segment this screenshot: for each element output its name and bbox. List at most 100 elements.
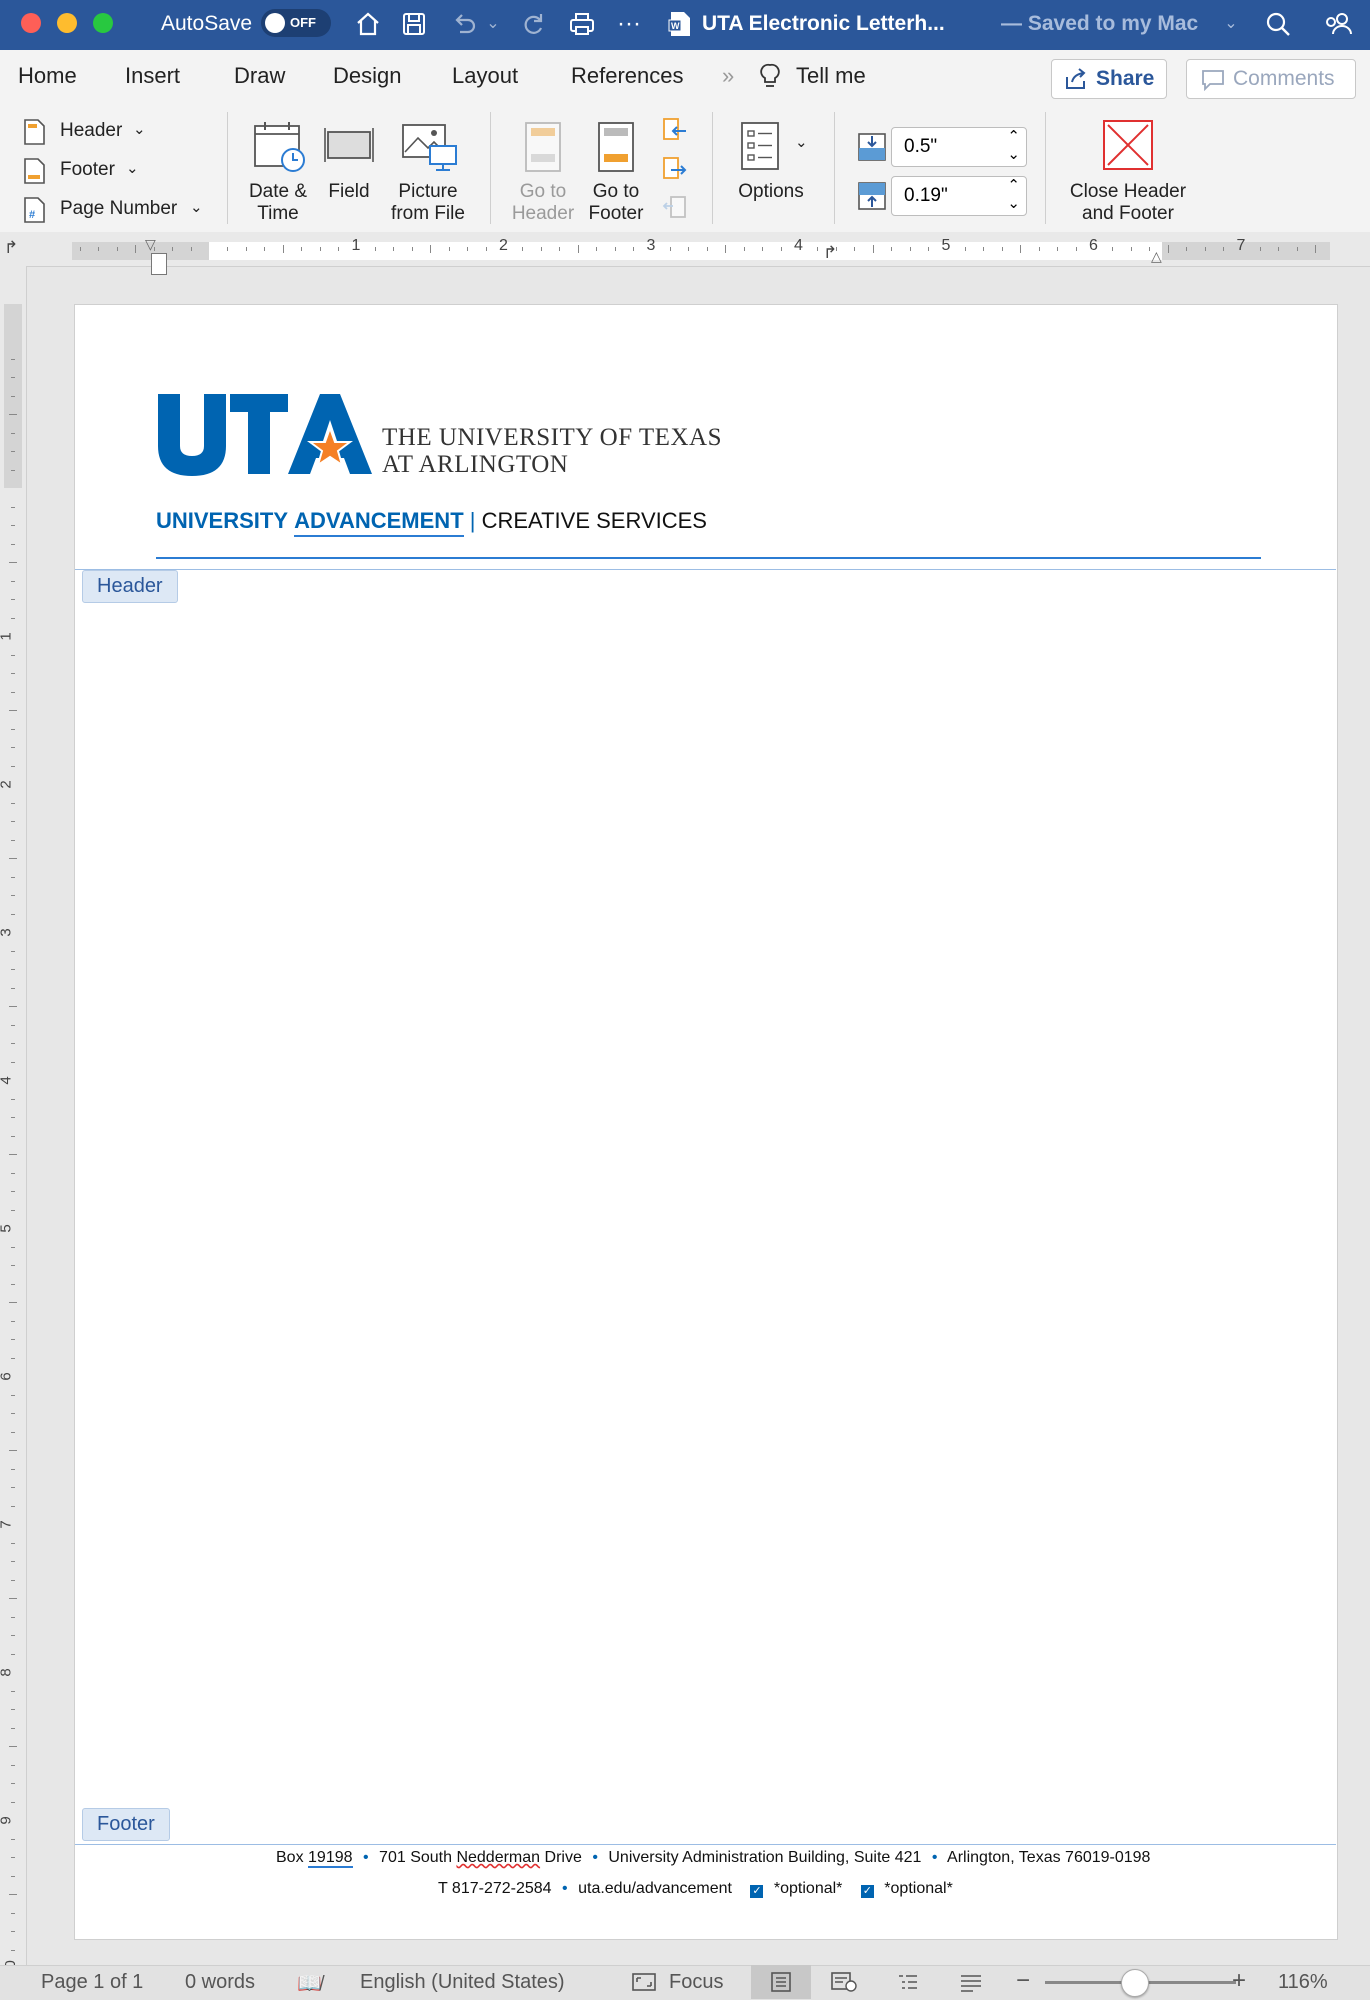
draft-view-icon[interactable] bbox=[958, 1971, 984, 1998]
header-tag[interactable]: Header bbox=[82, 570, 178, 603]
document-page[interactable] bbox=[74, 304, 1338, 1940]
go-to-header-icon[interactable] bbox=[523, 120, 563, 179]
go-to-footer-icon[interactable] bbox=[596, 120, 636, 179]
first-line-indent-marker-icon[interactable]: ▽ bbox=[145, 236, 156, 253]
date-time-icon[interactable] bbox=[251, 118, 307, 179]
tab-stop-marker-icon[interactable]: ↱ bbox=[823, 243, 837, 263]
previous-section-icon[interactable] bbox=[661, 116, 689, 149]
ruler-tick bbox=[854, 247, 856, 251]
proofing-icon[interactable]: 📖̸ bbox=[297, 1971, 322, 1996]
tab-design[interactable]: Design bbox=[333, 63, 401, 89]
link-to-previous-icon[interactable] bbox=[661, 194, 689, 227]
outline-view-icon[interactable] bbox=[895, 1971, 921, 1998]
ruler-tick bbox=[1001, 247, 1003, 251]
autosave-toggle[interactable]: OFF bbox=[261, 9, 331, 37]
header-button[interactable]: Header bbox=[60, 120, 122, 142]
left-indent-marker-icon[interactable] bbox=[151, 253, 167, 275]
page-number-dropdown-chevron-icon[interactable]: ⌄ bbox=[190, 197, 203, 219]
ruler-tick bbox=[1278, 247, 1280, 251]
zoom-in-button[interactable]: + bbox=[1232, 1967, 1246, 1995]
tab-insert[interactable]: Insert bbox=[125, 63, 180, 89]
next-section-icon[interactable] bbox=[661, 155, 689, 188]
right-indent-marker-icon[interactable]: △ bbox=[1151, 248, 1162, 265]
save-status[interactable]: — Saved to my Mac bbox=[1001, 12, 1198, 36]
close-label-line2: and Footer bbox=[1082, 203, 1174, 224]
close-header-footer-label[interactable]: Close Header and Footer bbox=[1058, 181, 1198, 225]
focus-button[interactable]: Focus bbox=[669, 1971, 723, 1994]
minimize-window-button[interactable] bbox=[57, 13, 77, 33]
go-to-footer-label[interactable]: Go to Footer bbox=[581, 181, 651, 225]
save-icon[interactable] bbox=[399, 10, 429, 38]
comments-button[interactable]: Comments bbox=[1186, 59, 1356, 99]
picture-from-file-label[interactable]: Picture from File bbox=[386, 181, 470, 225]
field-icon[interactable] bbox=[322, 126, 376, 171]
close-header-footer-icon[interactable] bbox=[1102, 119, 1154, 176]
header-dropdown-chevron-icon[interactable]: ⌄ bbox=[133, 119, 146, 141]
vruler-tick bbox=[11, 1764, 15, 1766]
footer-street-suffix: Drive bbox=[544, 1849, 582, 1866]
more-tabs-chevron-icon[interactable]: » bbox=[722, 63, 734, 89]
share-label: Share bbox=[1096, 67, 1155, 90]
tab-draw[interactable]: Draw bbox=[234, 63, 285, 89]
go-to-header-label[interactable]: Go to Header bbox=[508, 181, 578, 225]
letterhead-rule bbox=[156, 557, 1261, 559]
footer-street-prefix: 701 South bbox=[379, 1849, 452, 1866]
spinner-up-down-icon[interactable]: ⌃ ⌄ bbox=[1007, 177, 1020, 213]
ruler-tick bbox=[1186, 247, 1188, 251]
vruler-tick bbox=[11, 617, 15, 619]
vruler-tick bbox=[11, 1838, 15, 1840]
spinner-up-down-icon[interactable]: ⌃ ⌄ bbox=[1007, 128, 1020, 164]
date-time-label[interactable]: Date & Time bbox=[240, 181, 316, 225]
web-layout-view-icon[interactable] bbox=[830, 1971, 858, 1998]
ruler-tick bbox=[688, 247, 690, 251]
ruler-tick bbox=[135, 245, 137, 253]
ruler-tick bbox=[264, 247, 266, 251]
vruler-tick bbox=[11, 1431, 15, 1433]
home-icon[interactable] bbox=[353, 10, 383, 38]
footer-dropdown-chevron-icon[interactable]: ⌄ bbox=[126, 158, 139, 180]
ruler-tick bbox=[485, 247, 487, 251]
field-button[interactable]: Field bbox=[322, 181, 376, 203]
dept-divider: | bbox=[469, 508, 476, 533]
options-icon[interactable] bbox=[739, 120, 781, 177]
header-from-top-spinner[interactable]: 0.5" ⌃ ⌄ bbox=[891, 127, 1027, 167]
tell-me-search[interactable]: Tell me bbox=[796, 63, 866, 89]
zoom-slider-handle[interactable] bbox=[1121, 1969, 1149, 1997]
ruler-tick bbox=[780, 247, 782, 251]
print-icon[interactable] bbox=[566, 10, 598, 38]
focus-icon[interactable] bbox=[631, 1971, 657, 1999]
dept-creative-services: CREATIVE SERVICES bbox=[481, 508, 707, 533]
date-time-label-line1: Date & bbox=[248, 181, 308, 202]
tab-layout[interactable]: Layout bbox=[452, 63, 518, 89]
page-number-button[interactable]: Page Number bbox=[60, 198, 177, 220]
footer-from-bottom-spinner[interactable]: 0.19" ⌃ ⌄ bbox=[891, 176, 1027, 216]
account-icon[interactable] bbox=[1322, 10, 1354, 38]
share-button[interactable]: Share bbox=[1051, 59, 1167, 99]
zoom-level[interactable]: 116% bbox=[1278, 1971, 1328, 1994]
footer-bullet-icon: • bbox=[592, 1849, 598, 1866]
page-count[interactable]: Page 1 of 1 bbox=[41, 1971, 143, 1994]
print-layout-view-button[interactable] bbox=[751, 1965, 811, 1999]
options-label[interactable]: Options bbox=[730, 181, 812, 203]
word-count[interactable]: 0 words bbox=[185, 1971, 255, 1994]
search-icon[interactable] bbox=[1263, 10, 1293, 38]
save-status-chevron-icon[interactable]: ⌄ bbox=[1222, 10, 1240, 38]
zoom-window-button[interactable] bbox=[93, 13, 113, 33]
footer-tag[interactable]: Footer bbox=[82, 1808, 170, 1841]
language-status[interactable]: English (United States) bbox=[360, 1971, 565, 1994]
ruler-tick bbox=[614, 247, 616, 251]
footer-button[interactable]: Footer bbox=[60, 159, 115, 181]
more-options-icon[interactable]: ··· bbox=[614, 10, 644, 38]
options-dropdown-chevron-icon[interactable]: ⌄ bbox=[795, 132, 808, 154]
undo-icon[interactable] bbox=[449, 10, 479, 38]
picture-from-file-icon[interactable] bbox=[400, 122, 460, 179]
vruler-tick bbox=[9, 1746, 17, 1747]
ruler-tick bbox=[577, 245, 579, 253]
tab-references[interactable]: References bbox=[571, 63, 684, 89]
tab-home[interactable]: Home bbox=[18, 63, 77, 89]
undo-dropdown-chevron-icon[interactable]: ⌄ bbox=[484, 10, 502, 38]
redo-icon[interactable] bbox=[518, 10, 548, 38]
ruler-number: 5 bbox=[941, 237, 951, 254]
vruler-tick bbox=[11, 802, 15, 804]
zoom-out-button[interactable]: − bbox=[1016, 1967, 1030, 1995]
